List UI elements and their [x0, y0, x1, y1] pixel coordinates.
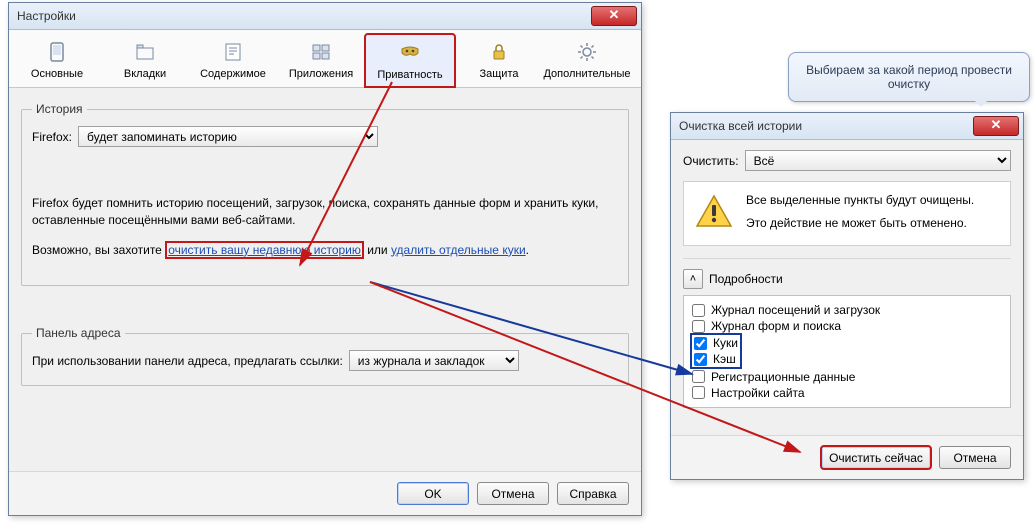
close-button[interactable]: ✕	[591, 6, 637, 26]
tab-label: Содержимое	[189, 68, 277, 80]
warning-icon	[694, 192, 734, 235]
tab-label: Дополнительные	[543, 68, 631, 80]
titlebar: Очистка всей истории ✕	[671, 113, 1023, 140]
addressbar-suggest-combo[interactable]: из журнала и закладок	[349, 350, 519, 371]
item-label: Кэш	[713, 352, 736, 366]
warning-text-1: Все выделенные пункты будут очищены.	[746, 192, 974, 209]
applications-icon	[277, 38, 365, 66]
details-header: ˄ Подробности	[683, 258, 1011, 289]
warning-panel: Все выделенные пункты будут очищены. Это…	[683, 181, 1011, 246]
titlebar: Настройки ✕	[9, 3, 641, 30]
lock-icon	[455, 38, 543, 66]
history-mode-label: Firefox:	[32, 130, 72, 144]
clear-recent-history-link[interactable]: очистить вашу недавнюю историю	[165, 241, 364, 259]
tab-tabs[interactable]: Вкладки	[101, 34, 189, 87]
item-cookies[interactable]: Куки	[694, 335, 738, 351]
settings-toolbar: Основные Вкладки Содержимое Приложения П…	[9, 30, 641, 88]
history-description: Firefox будет помнить историю посещений,…	[32, 195, 618, 230]
text: Возможно, вы захотите	[32, 243, 165, 257]
text: или	[364, 243, 391, 257]
tabs-icon	[101, 38, 189, 66]
item-label: Журнал посещений и загрузок	[711, 303, 880, 317]
window-title: Очистка всей истории	[679, 119, 973, 133]
text: .	[526, 243, 529, 257]
content-icon	[189, 38, 277, 66]
item-label: Куки	[713, 336, 738, 350]
item-label: Настройки сайта	[711, 386, 805, 400]
clear-now-button[interactable]: Очистить сейчас	[821, 446, 931, 469]
item-browsing-downloads[interactable]: Журнал посещений и загрузок	[692, 302, 1002, 318]
tab-label: Основные	[13, 68, 101, 80]
history-links-paragraph: Возможно, вы захотите очистить вашу неда…	[32, 242, 618, 259]
window-title: Настройки	[17, 9, 591, 23]
item-cache[interactable]: Кэш	[694, 351, 738, 367]
tab-label: Приватность	[366, 69, 454, 81]
help-button[interactable]: Справка	[557, 482, 629, 505]
checkbox[interactable]	[694, 337, 707, 350]
item-label: Журнал форм и поиска	[711, 319, 841, 333]
clear-buttons: Очистить сейчас Отмена	[671, 435, 1023, 479]
clear-items-list: Журнал посещений и загрузок Журнал форм …	[683, 295, 1011, 408]
checkbox[interactable]	[692, 304, 705, 317]
history-mode-combo[interactable]: будет запоминать историю	[78, 126, 378, 147]
remove-cookies-link[interactable]: удалить отдельные куки	[391, 243, 526, 257]
ok-button[interactable]: OK	[397, 482, 469, 505]
close-button[interactable]: ✕	[973, 116, 1019, 136]
history-legend: История	[32, 102, 87, 116]
tab-applications[interactable]: Приложения	[277, 34, 365, 87]
item-site-settings[interactable]: Настройки сайта	[692, 385, 1002, 401]
tab-label: Приложения	[277, 68, 365, 80]
general-icon	[13, 38, 101, 66]
settings-body: История Firefox: будет запоминать истори…	[9, 88, 641, 408]
tab-content[interactable]: Содержимое	[189, 34, 277, 87]
item-forms-search[interactable]: Журнал форм и поиска	[692, 318, 1002, 334]
history-fieldset: История Firefox: будет запоминать истори…	[21, 102, 629, 286]
checkbox[interactable]	[694, 353, 707, 366]
checkbox[interactable]	[692, 386, 705, 399]
item-label: Регистрационные данные	[711, 370, 855, 384]
tab-label: Защита	[455, 68, 543, 80]
addressbar-legend: Панель адреса	[32, 326, 125, 340]
settings-window: Настройки ✕ Основные Вкладки Содержимое …	[8, 2, 642, 516]
warning-text-2: Это действие не может быть отменено.	[746, 215, 974, 232]
clear-range-label: Очистить:	[683, 154, 739, 168]
settings-buttons: OK Отмена Справка	[9, 471, 641, 515]
clear-history-window: Очистка всей истории ✕ Очистить: Всё Все…	[670, 112, 1024, 480]
cancel-button[interactable]: Отмена	[477, 482, 549, 505]
addressbar-fieldset: Панель адреса При использовании панели а…	[21, 326, 629, 386]
checkbox[interactable]	[692, 370, 705, 383]
clear-range-combo[interactable]: Всё	[745, 150, 1011, 171]
cancel-button[interactable]: Отмена	[939, 446, 1011, 469]
tab-advanced[interactable]: Дополнительные	[543, 34, 631, 87]
item-logins[interactable]: Регистрационные данные	[692, 369, 1002, 385]
gear-icon	[543, 38, 631, 66]
details-toggle[interactable]: ˄	[683, 269, 703, 289]
tab-privacy[interactable]: Приватность	[365, 34, 455, 87]
tab-label: Вкладки	[101, 68, 189, 80]
details-label: Подробности	[709, 272, 783, 286]
addressbar-label: При использовании панели адреса, предлаг…	[32, 354, 343, 368]
tab-general[interactable]: Основные	[13, 34, 101, 87]
tab-security[interactable]: Защита	[455, 34, 543, 87]
checkbox[interactable]	[692, 320, 705, 333]
privacy-mask-icon	[366, 39, 454, 67]
annotation-tooltip: Выбираем за какой период провести очистк…	[788, 52, 1030, 102]
